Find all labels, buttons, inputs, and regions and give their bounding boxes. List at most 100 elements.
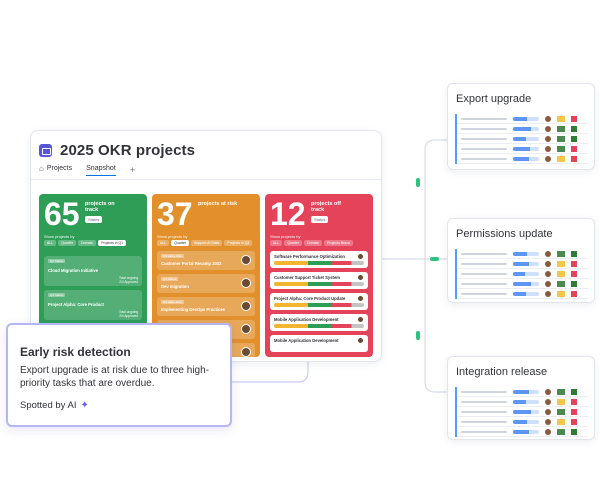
avatar xyxy=(545,115,551,122)
avatar xyxy=(545,280,551,287)
status-cell[interactable] xyxy=(557,290,565,297)
task-name-placeholder xyxy=(461,292,507,295)
priority-cell[interactable] xyxy=(571,125,577,132)
status-cell[interactable] xyxy=(557,388,565,395)
priority-cell[interactable] xyxy=(571,408,577,415)
filter-label: Show projects by xyxy=(44,234,75,239)
task-row[interactable] xyxy=(457,144,588,154)
project-card[interactable]: Mobile Application Development xyxy=(270,314,368,331)
project-card[interactable]: Q3 sales data Customer Portal Revamp 202… xyxy=(157,251,255,270)
on-track-label: projects on track xyxy=(85,201,115,213)
priority-cell[interactable] xyxy=(571,250,577,257)
task-row[interactable] xyxy=(457,114,588,124)
priority-cell[interactable] xyxy=(571,135,577,142)
task-row[interactable] xyxy=(457,249,588,259)
tab-snapshot[interactable]: Snapshot xyxy=(86,165,116,176)
priority-cell[interactable] xyxy=(571,290,577,297)
task-row[interactable] xyxy=(457,124,588,134)
at-risk-label: projects at risk xyxy=(198,201,238,207)
project-card[interactable]: Q4 Status Dev migration xyxy=(157,274,255,293)
project-card[interactable]: Project Alpha: Core Product Update xyxy=(270,293,368,310)
task-row[interactable] xyxy=(457,427,588,437)
avatar xyxy=(545,250,551,257)
task-row[interactable] xyxy=(457,259,588,269)
status-cell[interactable] xyxy=(557,280,565,287)
project-card-title: Mobile Application Development xyxy=(274,338,339,343)
priority-cell[interactable] xyxy=(571,145,577,152)
task-row[interactable] xyxy=(457,397,588,407)
status-cell[interactable] xyxy=(557,270,565,277)
task-rows xyxy=(455,249,588,299)
filter-chip-q1[interactable]: Projects in Q1 xyxy=(98,240,127,246)
task-row[interactable] xyxy=(457,417,588,427)
priority-cell[interactable] xyxy=(571,155,577,162)
project-card[interactable]: Customer Support Ticket System xyxy=(270,272,368,289)
priority-cell[interactable] xyxy=(571,398,577,405)
task-progress-bar xyxy=(513,116,539,121)
priority-cell[interactable] xyxy=(571,388,577,395)
off-track-label: projects off track xyxy=(311,201,341,213)
filter-chip-domain[interactable]: Domain xyxy=(304,240,323,246)
task-row[interactable] xyxy=(457,387,588,397)
task-progress-bar xyxy=(513,251,539,256)
filter-chip-domain[interactable]: Domain xyxy=(78,240,97,246)
off-track-count: 12 xyxy=(270,196,306,232)
add-tab-button[interactable]: + xyxy=(130,165,135,175)
status-cell[interactable] xyxy=(557,145,565,152)
status-cell[interactable] xyxy=(557,398,565,405)
task-row[interactable] xyxy=(457,407,588,417)
filter-chip-all[interactable]: ALL xyxy=(270,240,283,246)
task-card-export-upgrade[interactable]: Export upgrade xyxy=(447,83,595,170)
task-row[interactable] xyxy=(457,154,588,164)
status-cell[interactable] xyxy=(557,418,565,425)
task-row[interactable] xyxy=(457,289,588,299)
priority-cell[interactable] xyxy=(571,418,577,425)
status-cell[interactable] xyxy=(557,135,565,142)
project-card[interactable]: Q2 Status Cloud Migration Initiative Tot… xyxy=(44,256,142,286)
filter-chip-q1[interactable]: Projects in Q1 xyxy=(224,240,253,246)
status-pill[interactable]: Status xyxy=(311,216,329,223)
task-card-permissions-update[interactable]: Permissions update xyxy=(447,218,595,303)
filter-chip-bravo[interactable]: Projects Bravo xyxy=(324,240,353,246)
priority-cell[interactable] xyxy=(571,428,577,435)
filter-chip-all[interactable]: ALL xyxy=(157,240,170,246)
task-row[interactable] xyxy=(457,279,588,289)
project-card[interactable]: Q1 Status Project Alpha: Core Product To… xyxy=(44,290,142,320)
filter-chip-support[interactable]: Support AI Stats xyxy=(191,240,223,246)
project-card[interactable]: Mobile Application Development xyxy=(270,335,368,352)
task-rows xyxy=(455,387,588,437)
task-name-placeholder xyxy=(461,117,507,120)
priority-cell[interactable] xyxy=(571,280,577,287)
status-cell[interactable] xyxy=(557,125,565,132)
filter-chip-all[interactable]: ALL xyxy=(44,240,57,246)
status-cell[interactable] xyxy=(557,408,565,415)
filter-chip-quarter[interactable]: Quarter xyxy=(171,240,190,246)
task-progress-bar xyxy=(513,389,539,394)
avatar xyxy=(545,135,551,142)
priority-cell[interactable] xyxy=(571,115,577,122)
project-card[interactable]: Software Performance Optimization xyxy=(270,251,368,268)
task-card-title: Permissions update xyxy=(456,228,553,240)
tab-projects[interactable]: ⌂ Projects xyxy=(39,164,72,176)
project-card-title: Project Alpha: Core Product xyxy=(48,302,104,307)
status-cell[interactable] xyxy=(557,428,565,435)
progress-bar xyxy=(274,282,364,286)
task-progress-bar xyxy=(513,419,539,424)
status-cell[interactable] xyxy=(557,115,565,122)
at-risk-count: 37 xyxy=(157,196,193,232)
task-card-integration-release[interactable]: Integration release xyxy=(447,356,595,440)
priority-cell[interactable] xyxy=(571,270,577,277)
filter-label: Show projects by xyxy=(157,234,188,239)
status-pill[interactable]: Status xyxy=(85,216,103,223)
task-row[interactable] xyxy=(457,134,588,144)
avatar xyxy=(545,155,551,162)
filter-chip-quarter[interactable]: Quarter xyxy=(58,240,77,246)
status-cell[interactable] xyxy=(557,250,565,257)
task-row[interactable] xyxy=(457,269,588,279)
project-card[interactable]: Q1 sales data Implementing DevOps Practi… xyxy=(157,297,255,316)
status-cell[interactable] xyxy=(557,260,565,267)
filter-chip-quarter[interactable]: Quarter xyxy=(284,240,303,246)
task-progress-bar xyxy=(513,136,539,141)
status-cell[interactable] xyxy=(557,155,565,162)
priority-cell[interactable] xyxy=(571,260,577,267)
